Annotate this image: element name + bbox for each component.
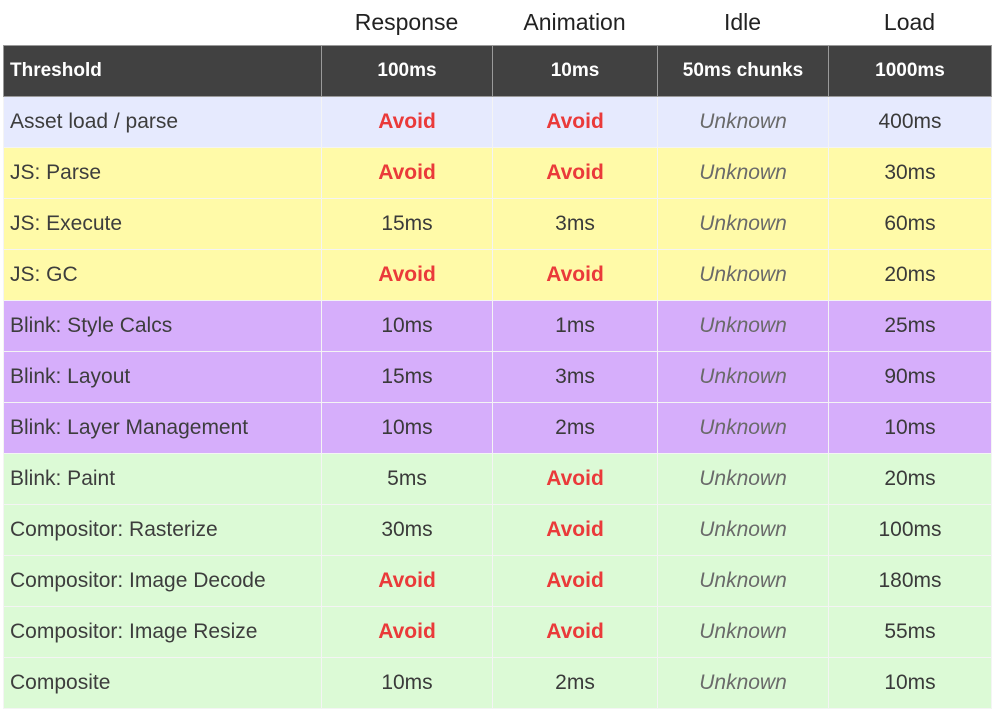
cell-load: 100ms — [828, 504, 992, 556]
cell-animation: 2ms — [492, 657, 658, 709]
cell-load: 60ms — [828, 198, 992, 250]
table-body: Asset load / parse Avoid Avoid Unknown 400ms… — [3, 96, 992, 709]
cell-idle: Unknown — [657, 657, 829, 709]
table-row: Compositor: Image Decode Avoid Avoid Unknow… — [3, 555, 992, 607]
column-group-animation: Animation — [523, 9, 626, 35]
cell-response: 30ms — [321, 504, 493, 556]
cell-animation: Avoid — [492, 147, 658, 199]
cell-animation: Avoid — [492, 606, 658, 658]
cell-animation: 2ms — [492, 402, 658, 454]
column-group-idle: Idle — [723, 9, 762, 35]
table-row: Asset load / parse Avoid Avoid Unknown 400ms — [3, 96, 992, 148]
threshold-header-row: Threshold 100ms 10ms 50ms chunks 1000ms — [3, 45, 992, 97]
header-idle-threshold: 50ms chunks — [657, 45, 829, 97]
table-row: JS: Execute 15ms 3ms Unknown 60ms — [3, 198, 992, 250]
cell-idle: Unknown — [657, 453, 829, 505]
row-label: Composite — [3, 657, 322, 709]
cell-load: 30ms — [828, 147, 992, 199]
cell-idle: Unknown — [657, 606, 829, 658]
cell-load: 90ms — [828, 351, 992, 403]
table-row: Compositor: Image Resize Avoid Avoid Unknow… — [3, 606, 992, 658]
cell-idle: Unknown — [657, 504, 829, 556]
cell-response: 5ms — [321, 453, 493, 505]
table-row: JS: GC Avoid Avoid Unknown 20ms — [3, 249, 992, 301]
cell-response: Avoid — [321, 555, 493, 607]
column-group-load: Load — [883, 9, 936, 35]
column-group-response: Response — [354, 9, 459, 35]
cell-load: 10ms — [828, 657, 992, 709]
row-label: Compositor: Rasterize — [3, 504, 322, 556]
cell-response: 10ms — [321, 657, 493, 709]
cell-animation: 3ms — [492, 198, 658, 250]
performance-budget-table: Threshold 100ms 10ms 50ms chunks 1000ms … — [3, 45, 992, 709]
cell-animation: Avoid — [492, 555, 658, 607]
cell-load: 10ms — [828, 402, 992, 454]
table-row: Blink: Paint 5ms Avoid Unknown 20ms — [3, 453, 992, 505]
row-label: Asset load / parse — [3, 96, 322, 148]
cell-response: 15ms — [321, 198, 493, 250]
row-label: JS: GC — [3, 249, 322, 301]
cell-response: 15ms — [321, 351, 493, 403]
cell-load: 20ms — [828, 249, 992, 301]
table-row: Blink: Layer Management 10ms 2ms Unknown 10m… — [3, 402, 992, 454]
cell-animation: 1ms — [492, 300, 658, 352]
cell-idle: Unknown — [657, 351, 829, 403]
row-label: Compositor: Image Resize — [3, 606, 322, 658]
header-threshold-label: Threshold — [3, 45, 322, 97]
cell-animation: 3ms — [492, 351, 658, 403]
cell-idle: Unknown — [657, 249, 829, 301]
cell-load: 55ms — [828, 606, 992, 658]
cell-idle: Unknown — [657, 96, 829, 148]
row-label: Compositor: Image Decode — [3, 555, 322, 607]
cell-load: 180ms — [828, 555, 992, 607]
cell-idle: Unknown — [657, 555, 829, 607]
row-label: Blink: Style Calcs — [3, 300, 322, 352]
cell-load: 25ms — [828, 300, 992, 352]
row-label: Blink: Layout — [3, 351, 322, 403]
table-row: Composite 10ms 2ms Unknown 10ms — [3, 657, 992, 709]
table-row: Blink: Layout 15ms 3ms Unknown 90ms — [3, 351, 992, 403]
table-row: Blink: Style Calcs 10ms 1ms Unknown 25ms — [3, 300, 992, 352]
header-response-threshold: 100ms — [321, 45, 493, 97]
cell-response: Avoid — [321, 606, 493, 658]
cell-response: Avoid — [321, 249, 493, 301]
header-load-threshold: 1000ms — [828, 45, 992, 97]
cell-animation: Avoid — [492, 504, 658, 556]
cell-idle: Unknown — [657, 402, 829, 454]
table-row: JS: Parse Avoid Avoid Unknown 30ms — [3, 147, 992, 199]
header-animation-threshold: 10ms — [492, 45, 658, 97]
cell-response: 10ms — [321, 300, 493, 352]
row-label: Blink: Paint — [3, 453, 322, 505]
cell-animation: Avoid — [492, 96, 658, 148]
cell-response: Avoid — [321, 147, 493, 199]
performance-budget-table-wrapper: Response Animation Idle Load Threshold 1… — [3, 0, 992, 709]
cell-load: 400ms — [828, 96, 992, 148]
cell-idle: Unknown — [657, 147, 829, 199]
table-row: Compositor: Rasterize 30ms Avoid Unknown 100… — [3, 504, 992, 556]
cell-animation: Avoid — [492, 453, 658, 505]
cell-animation: Avoid — [492, 249, 658, 301]
cell-response: Avoid — [321, 96, 493, 148]
cell-load: 20ms — [828, 453, 992, 505]
cell-idle: Unknown — [657, 198, 829, 250]
cell-idle: Unknown — [657, 300, 829, 352]
row-label: Blink: Layer Management — [3, 402, 322, 454]
cell-response: 10ms — [321, 402, 493, 454]
row-label: JS: Parse — [3, 147, 322, 199]
row-label: JS: Execute — [3, 198, 322, 250]
column-group-labels: Response Animation Idle Load — [3, 0, 991, 45]
